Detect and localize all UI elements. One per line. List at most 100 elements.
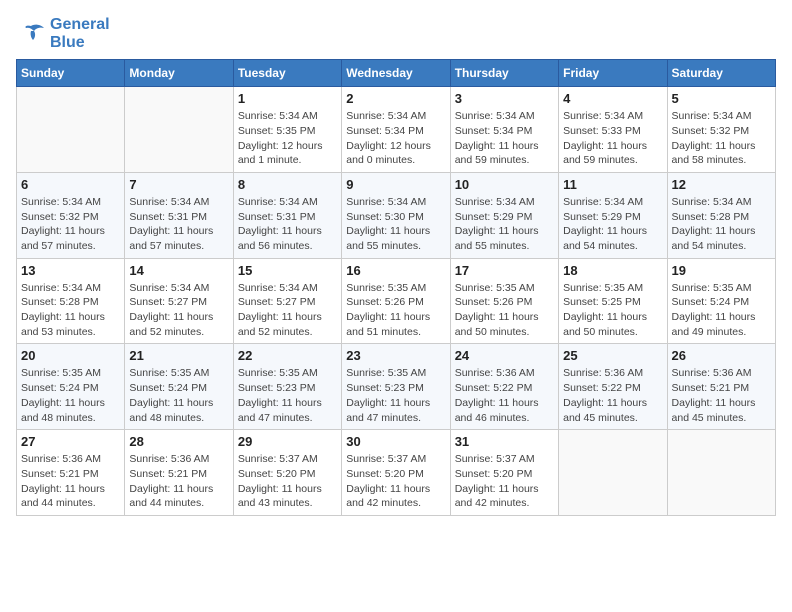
day-info: Sunrise: 5:35 AMSunset: 5:24 PMDaylight:… [672, 281, 771, 340]
day-of-week-header: Sunday [17, 60, 125, 87]
calendar-week-row: 27Sunrise: 5:36 AMSunset: 5:21 PMDayligh… [17, 430, 776, 516]
calendar-day-cell: 26 Sunrise: 5:36 AMSunset: 5:21 PMDayligh… [667, 344, 775, 430]
calendar-day-cell: 30 Sunrise: 5:37 AMSunset: 5:20 PMDayligh… [342, 430, 450, 516]
day-info: Sunrise: 5:34 AMSunset: 5:32 PMDaylight:… [21, 195, 120, 254]
day-number: 31 [455, 434, 554, 449]
day-number: 7 [129, 177, 228, 192]
calendar-day-cell: 4 Sunrise: 5:34 AMSunset: 5:33 PMDaylight… [559, 87, 667, 173]
day-number: 2 [346, 91, 445, 106]
calendar-day-cell: 9 Sunrise: 5:34 AMSunset: 5:30 PMDaylight… [342, 172, 450, 258]
day-number: 15 [238, 263, 337, 278]
day-of-week-header: Friday [559, 60, 667, 87]
calendar-day-cell: 22 Sunrise: 5:35 AMSunset: 5:23 PMDayligh… [233, 344, 341, 430]
day-number: 18 [563, 263, 662, 278]
calendar-day-cell [667, 430, 775, 516]
day-number: 29 [238, 434, 337, 449]
day-info: Sunrise: 5:35 AMSunset: 5:25 PMDaylight:… [563, 281, 662, 340]
day-number: 19 [672, 263, 771, 278]
calendar-table: SundayMondayTuesdayWednesdayThursdayFrid… [16, 59, 776, 516]
day-number: 1 [238, 91, 337, 106]
day-info: Sunrise: 5:37 AMSunset: 5:20 PMDaylight:… [455, 452, 554, 511]
day-number: 4 [563, 91, 662, 106]
day-info: Sunrise: 5:35 AMSunset: 5:23 PMDaylight:… [238, 366, 337, 425]
day-number: 28 [129, 434, 228, 449]
day-number: 8 [238, 177, 337, 192]
calendar-day-cell: 10 Sunrise: 5:34 AMSunset: 5:29 PMDayligh… [450, 172, 558, 258]
day-number: 11 [563, 177, 662, 192]
day-of-week-header: Tuesday [233, 60, 341, 87]
day-info: Sunrise: 5:34 AMSunset: 5:33 PMDaylight:… [563, 109, 662, 168]
day-number: 14 [129, 263, 228, 278]
day-of-week-header: Thursday [450, 60, 558, 87]
day-info: Sunrise: 5:34 AMSunset: 5:31 PMDaylight:… [129, 195, 228, 254]
calendar-day-cell: 20 Sunrise: 5:35 AMSunset: 5:24 PMDayligh… [17, 344, 125, 430]
day-info: Sunrise: 5:34 AMSunset: 5:31 PMDaylight:… [238, 195, 337, 254]
calendar-day-cell [559, 430, 667, 516]
calendar-day-cell: 18 Sunrise: 5:35 AMSunset: 5:25 PMDayligh… [559, 258, 667, 344]
calendar-day-cell: 14 Sunrise: 5:34 AMSunset: 5:27 PMDayligh… [125, 258, 233, 344]
calendar-day-cell: 7 Sunrise: 5:34 AMSunset: 5:31 PMDaylight… [125, 172, 233, 258]
day-info: Sunrise: 5:35 AMSunset: 5:23 PMDaylight:… [346, 366, 445, 425]
day-info: Sunrise: 5:34 AMSunset: 5:29 PMDaylight:… [455, 195, 554, 254]
day-info: Sunrise: 5:36 AMSunset: 5:22 PMDaylight:… [563, 366, 662, 425]
day-number: 3 [455, 91, 554, 106]
calendar-day-cell [17, 87, 125, 173]
calendar-day-cell: 25Sunrise: 5:36 AMSunset: 5:22 PMDayligh… [559, 344, 667, 430]
day-number: 20 [21, 348, 120, 363]
calendar-day-cell: 21Sunrise: 5:35 AMSunset: 5:24 PMDayligh… [125, 344, 233, 430]
day-info: Sunrise: 5:36 AMSunset: 5:21 PMDaylight:… [21, 452, 120, 511]
day-info: Sunrise: 5:34 AMSunset: 5:27 PMDaylight:… [129, 281, 228, 340]
calendar-day-cell: 28 Sunrise: 5:36 AMSunset: 5:21 PMDayligh… [125, 430, 233, 516]
day-info: Sunrise: 5:35 AMSunset: 5:24 PMDaylight:… [129, 366, 228, 425]
calendar-day-cell: 6 Sunrise: 5:34 AMSunset: 5:32 PMDaylight… [17, 172, 125, 258]
day-number: 30 [346, 434, 445, 449]
day-info: Sunrise: 5:34 AMSunset: 5:27 PMDaylight:… [238, 281, 337, 340]
day-info: Sunrise: 5:37 AMSunset: 5:20 PMDaylight:… [238, 452, 337, 511]
day-info: Sunrise: 5:35 AMSunset: 5:24 PMDaylight:… [21, 366, 120, 425]
calendar-day-cell: 23 Sunrise: 5:35 AMSunset: 5:23 PMDayligh… [342, 344, 450, 430]
calendar-week-row: 20 Sunrise: 5:35 AMSunset: 5:24 PMDayligh… [17, 344, 776, 430]
logo: General Blue [16, 16, 110, 51]
day-of-week-header: Monday [125, 60, 233, 87]
day-info: Sunrise: 5:36 AMSunset: 5:21 PMDaylight:… [672, 366, 771, 425]
day-info: Sunrise: 5:34 AMSunset: 5:28 PMDaylight:… [672, 195, 771, 254]
day-number: 12 [672, 177, 771, 192]
calendar-day-cell: 19 Sunrise: 5:35 AMSunset: 5:24 PMDayligh… [667, 258, 775, 344]
day-info: Sunrise: 5:34 AMSunset: 5:30 PMDaylight:… [346, 195, 445, 254]
calendar-day-cell: 8 Sunrise: 5:34 AMSunset: 5:31 PMDaylight… [233, 172, 341, 258]
day-of-week-header: Wednesday [342, 60, 450, 87]
day-number: 26 [672, 348, 771, 363]
calendar-day-cell: 17Sunrise: 5:35 AMSunset: 5:26 PMDayligh… [450, 258, 558, 344]
day-number: 5 [672, 91, 771, 106]
calendar-day-cell: 3 Sunrise: 5:34 AMSunset: 5:34 PMDaylight… [450, 87, 558, 173]
calendar-day-cell: 15 Sunrise: 5:34 AMSunset: 5:27 PMDayligh… [233, 258, 341, 344]
day-info: Sunrise: 5:34 AMSunset: 5:29 PMDaylight:… [563, 195, 662, 254]
day-number: 23 [346, 348, 445, 363]
day-info: Sunrise: 5:34 AMSunset: 5:28 PMDaylight:… [21, 281, 120, 340]
calendar-week-row: 6 Sunrise: 5:34 AMSunset: 5:32 PMDaylight… [17, 172, 776, 258]
day-number: 13 [21, 263, 120, 278]
day-number: 9 [346, 177, 445, 192]
day-number: 6 [21, 177, 120, 192]
day-info: Sunrise: 5:34 AMSunset: 5:32 PMDaylight:… [672, 109, 771, 168]
day-info: Sunrise: 5:34 AMSunset: 5:34 PMDaylight:… [346, 109, 445, 168]
logo-icon [16, 22, 46, 46]
day-info: Sunrise: 5:34 AMSunset: 5:35 PMDaylight:… [238, 109, 337, 168]
calendar-week-row: 13 Sunrise: 5:34 AMSunset: 5:28 PMDayligh… [17, 258, 776, 344]
calendar-week-row: 1 Sunrise: 5:34 AMSunset: 5:35 PMDaylight… [17, 87, 776, 173]
calendar-header: SundayMondayTuesdayWednesdayThursdayFrid… [17, 60, 776, 87]
day-info: Sunrise: 5:36 AMSunset: 5:21 PMDaylight:… [129, 452, 228, 511]
day-number: 10 [455, 177, 554, 192]
logo-text: General Blue [50, 16, 110, 51]
day-info: Sunrise: 5:37 AMSunset: 5:20 PMDaylight:… [346, 452, 445, 511]
calendar-day-cell: 13 Sunrise: 5:34 AMSunset: 5:28 PMDayligh… [17, 258, 125, 344]
calendar-day-cell: 31 Sunrise: 5:37 AMSunset: 5:20 PMDayligh… [450, 430, 558, 516]
calendar-day-cell: 16Sunrise: 5:35 AMSunset: 5:26 PMDayligh… [342, 258, 450, 344]
day-info: Sunrise: 5:36 AMSunset: 5:22 PMDaylight:… [455, 366, 554, 425]
day-info: Sunrise: 5:35 AMSunset: 5:26 PMDaylight:… [346, 281, 445, 340]
day-number: 22 [238, 348, 337, 363]
calendar-day-cell: 12 Sunrise: 5:34 AMSunset: 5:28 PMDayligh… [667, 172, 775, 258]
day-info: Sunrise: 5:34 AMSunset: 5:34 PMDaylight:… [455, 109, 554, 168]
calendar-day-cell: 2 Sunrise: 5:34 AMSunset: 5:34 PMDaylight… [342, 87, 450, 173]
calendar-day-cell: 29 Sunrise: 5:37 AMSunset: 5:20 PMDayligh… [233, 430, 341, 516]
